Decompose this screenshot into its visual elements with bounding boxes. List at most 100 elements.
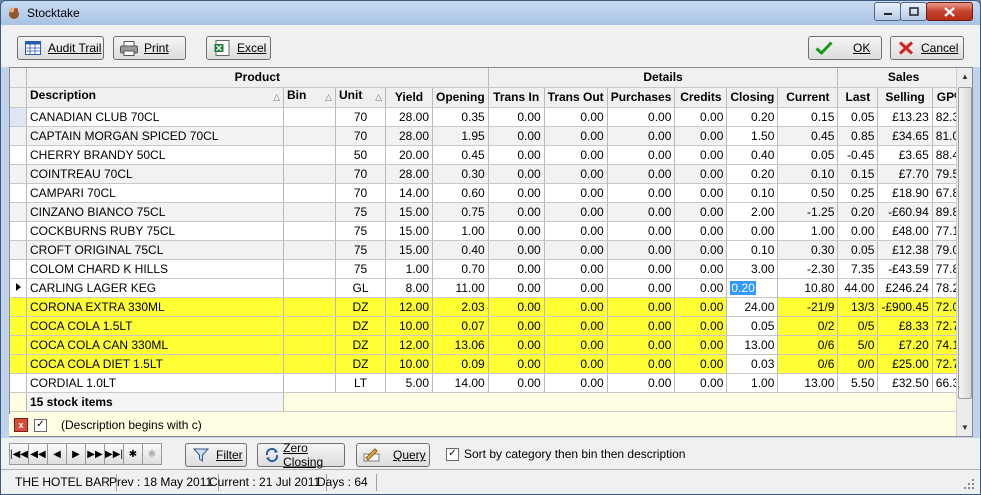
table-row[interactable]: COCKBURNS RUBY 75CL 75 15.00 1.00 0.00 0.00 0.… (10, 221, 970, 241)
previous-page-icon[interactable]: ◀◀ (28, 443, 48, 465)
close-window-button[interactable] (926, 2, 973, 21)
row-indicator[interactable] (10, 107, 27, 127)
row-indicator[interactable] (10, 240, 27, 260)
row-indicator[interactable] (10, 335, 27, 355)
cell-closing[interactable]: 0.03 (726, 354, 779, 374)
maximize-button[interactable] (900, 2, 927, 21)
cell-closing[interactable]: 1.00 (726, 373, 779, 393)
col-credits[interactable]: Credits (674, 87, 728, 108)
next-record-icon[interactable]: ▶ (66, 443, 86, 465)
table-row[interactable]: CORDIAL 1.0LT LT 5.00 14.00 0.00 0.00 0.00 0.00… (10, 373, 970, 393)
cell-closing[interactable]: 3.00 (726, 259, 779, 279)
cell-closing[interactable]: 1.50 (726, 126, 779, 146)
row-indicator[interactable] (10, 126, 27, 146)
col-description[interactable]: Description △ (26, 87, 284, 108)
cell-closing[interactable]: 0.20 (726, 278, 779, 298)
col-current[interactable]: Current (777, 87, 839, 108)
closing-edit-selection[interactable]: 0.20 (730, 280, 756, 295)
table-row[interactable]: CORONA EXTRA 330ML DZ 12.00 2.03 0.00 0.00 0.0… (10, 297, 970, 317)
next-page-icon[interactable]: ▶▶ (85, 443, 105, 465)
col-selling[interactable]: Selling (877, 87, 933, 108)
previous-record-icon[interactable]: ◀ (47, 443, 67, 465)
cell-last: 13/3 (837, 297, 879, 317)
col-unit[interactable]: Unit △ (335, 87, 386, 108)
cell-unit: DZ (335, 335, 386, 355)
table-row[interactable]: CARLING LAGER KEG GL 8.00 11.00 0.00 0.00 0.00… (10, 278, 970, 298)
row-indicator[interactable] (10, 221, 27, 241)
col-trans-out[interactable]: Trans Out (544, 87, 608, 108)
col-last[interactable]: Last (837, 87, 879, 108)
row-indicator[interactable] (10, 316, 27, 336)
cell-closing[interactable]: 0.10 (726, 240, 779, 260)
cell-last: 0.00 (837, 221, 879, 241)
cancel-button[interactable]: Cancel (890, 36, 964, 60)
first-record-icon[interactable]: |◀◀ (9, 443, 29, 465)
cell-closing[interactable]: 0.00 (726, 221, 779, 241)
minimize-button[interactable] (874, 2, 901, 21)
sort-option-checkbox[interactable]: ✓ (446, 447, 459, 461)
table-row[interactable]: CHERRY BRANDY 50CL 50 20.00 0.45 0.00 0.00 0.0… (10, 145, 970, 165)
cell-unit: DZ (335, 354, 386, 374)
cell-closing[interactable]: 2.00 (726, 202, 779, 222)
table-row[interactable]: CINZANO BIANCO 75CL 75 15.00 0.75 0.00 0.00 0.… (10, 202, 970, 222)
cell-bin (283, 354, 336, 374)
filter-enabled-checkbox[interactable]: ✓ (34, 418, 47, 432)
row-indicator[interactable] (10, 202, 27, 222)
cell-last: 0.85 (837, 126, 879, 146)
last-record-icon[interactable]: ▶▶| (104, 443, 124, 465)
cell-bin (283, 278, 336, 298)
cell-selling: -£60.94 (877, 202, 933, 222)
row-indicator[interactable] (10, 297, 27, 317)
col-opening[interactable]: Opening (432, 87, 489, 108)
row-indicator[interactable] (10, 373, 27, 393)
clear-filter-icon[interactable]: x (14, 418, 28, 432)
row-indicator[interactable] (10, 354, 27, 374)
cell-closing[interactable]: 0.40 (726, 145, 779, 165)
table-row[interactable]: COCA COLA DIET 1.5LT DZ 10.00 0.09 0.00 0.00 0… (10, 354, 970, 374)
cell-closing[interactable]: 24.00 (726, 297, 779, 317)
insert-record-icon[interactable]: ✱ (123, 443, 143, 465)
cell-closing[interactable]: 0.20 (726, 164, 779, 184)
excel-button[interactable]: Excel (206, 36, 271, 60)
sort-option[interactable]: ✓ Sort by category then bin then descrip… (446, 447, 685, 461)
cell-current: 0.10 (777, 164, 839, 184)
table-row[interactable]: COLOM CHARD K HILLS 75 1.00 0.70 0.00 0.00 0.0… (10, 259, 970, 279)
col-closing[interactable]: Closing (726, 87, 779, 108)
audit-trail-button[interactable]: Audit Trail (17, 36, 104, 60)
cell-closing[interactable]: 0.05 (726, 316, 779, 336)
row-indicator[interactable] (10, 278, 27, 298)
table-row[interactable]: COCA COLA 1.5LT DZ 10.00 0.07 0.00 0.00 0.00 0.… (10, 316, 970, 336)
resize-grip-icon[interactable] (963, 478, 975, 490)
query-button[interactable]: Query (356, 443, 430, 467)
group-sales: Sales (837, 68, 970, 88)
scroll-thumb[interactable] (958, 87, 972, 399)
filter-button[interactable]: Filter (185, 443, 247, 467)
table-row[interactable]: CAMPARI 70CL 70 14.00 0.60 0.00 0.00 0.00 0.00 0… (10, 183, 970, 203)
cell-credits: 0.00 (674, 145, 728, 165)
col-yield[interactable]: Yield (385, 87, 433, 108)
col-trans-in[interactable]: Trans In (488, 87, 545, 108)
cell-credits: 0.00 (674, 335, 728, 355)
cell-yield: 1.00 (385, 259, 433, 279)
scroll-down-arrow-icon[interactable]: ▼ (957, 419, 972, 436)
cell-closing[interactable]: 0.20 (726, 107, 779, 127)
cell-closing[interactable]: 0.10 (726, 183, 779, 203)
cell-description: COLOM CHARD K HILLS (26, 259, 284, 279)
print-button[interactable]: Print (113, 36, 186, 60)
col-purchases[interactable]: Purchases (607, 87, 676, 108)
row-indicator[interactable] (10, 183, 27, 203)
row-indicator[interactable] (10, 259, 27, 279)
row-indicator[interactable] (10, 145, 27, 165)
scroll-up-arrow-icon[interactable]: ▲ (957, 68, 972, 85)
cell-closing[interactable]: 13.00 (726, 335, 779, 355)
col-bin[interactable]: Bin △ (283, 87, 336, 108)
table-row[interactable]: COCA COLA CAN 330ML DZ 12.00 13.06 0.00 0.00 0… (10, 335, 970, 355)
zero-closing-button[interactable]: Zero Closing (257, 441, 345, 469)
vertical-scrollbar[interactable]: ▲ ▼ (956, 68, 972, 436)
ok-button[interactable]: OK (808, 36, 882, 60)
row-indicator[interactable] (10, 164, 27, 184)
table-row[interactable]: COINTREAU 70CL 70 28.00 0.30 0.00 0.00 0.00 0.0… (10, 164, 970, 184)
table-row[interactable]: CANADIAN CLUB 70CL 70 28.00 0.35 0.00 0.00 0.0… (10, 107, 970, 127)
table-row[interactable]: CAPTAIN MORGAN SPICED 70CL 70 28.00 1.95 0.0… (10, 126, 970, 146)
table-row[interactable]: CROFT ORIGINAL 75CL 75 15.00 0.40 0.00 0.00 0.… (10, 240, 970, 260)
